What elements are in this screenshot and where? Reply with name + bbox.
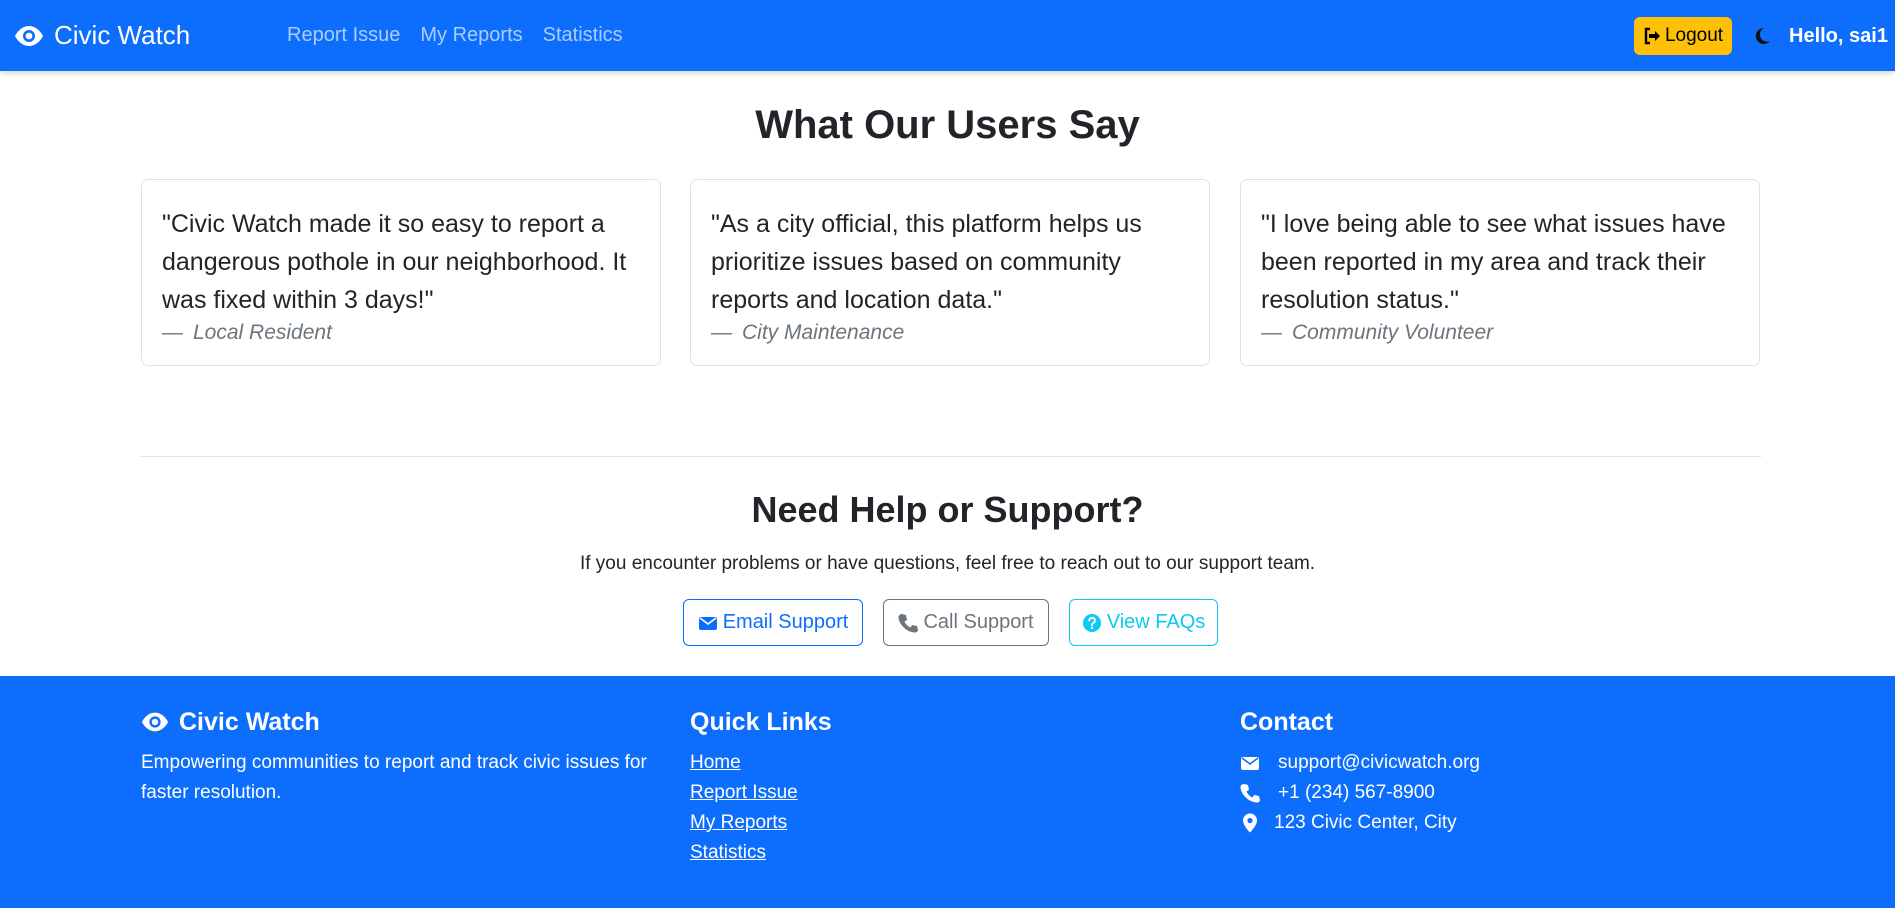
testimonial-author: Community Volunteer bbox=[1292, 321, 1494, 344]
testimonial-author-line: — Local Resident bbox=[162, 321, 640, 345]
footer-brand: Civic Watch bbox=[141, 706, 661, 738]
eye-icon bbox=[141, 712, 169, 732]
testimonial-quote: "I love being able to see what issues ha… bbox=[1261, 210, 1726, 314]
contact-phone-row: +1 (234) 567-8900 bbox=[1240, 778, 1480, 808]
logout-button[interactable]: Logout bbox=[1634, 17, 1732, 55]
testimonial-card: "As a city official, this platform helps… bbox=[690, 179, 1210, 366]
footer-tagline: Empowering communities to report and tra… bbox=[141, 752, 647, 803]
question-circle-icon bbox=[1082, 613, 1101, 632]
footer-about: Civic Watch Empowering communities to re… bbox=[141, 706, 661, 808]
support-text: If you encounter problems or have questi… bbox=[579, 553, 1316, 574]
testimonial-quote: "Civic Watch made it so easy to report a… bbox=[162, 210, 627, 314]
envelope-icon bbox=[1241, 757, 1259, 770]
dash: — bbox=[1261, 321, 1282, 344]
contact-phone: +1 (234) 567-8900 bbox=[1278, 782, 1435, 803]
quick-links-title: Quick Links bbox=[690, 707, 832, 736]
call-support-label: Call Support bbox=[923, 611, 1034, 633]
footer-link-statistics[interactable]: Statistics bbox=[690, 838, 832, 868]
moon-icon[interactable] bbox=[1752, 26, 1772, 46]
contact-email-row: support@civicwatch.org bbox=[1240, 748, 1480, 778]
contact-title: Contact bbox=[1240, 707, 1334, 736]
contact-address-row: 123 Civic Center, City bbox=[1240, 808, 1480, 838]
testimonial-author-line: — City Maintenance bbox=[711, 321, 1189, 345]
user-greeting: Hello, sai1 bbox=[1789, 25, 1888, 47]
footer-link-home[interactable]: Home bbox=[690, 748, 832, 778]
email-support-button[interactable]: Email Support bbox=[683, 599, 863, 646]
footer-brand-name: Civic Watch bbox=[179, 707, 320, 736]
email-support-label: Email Support bbox=[722, 611, 849, 633]
quick-links-list: Home Report Issue My Reports Statistics bbox=[690, 748, 832, 868]
contact-address: 123 Civic Center, City bbox=[1274, 812, 1457, 833]
testimonials-title: What Our Users Say bbox=[755, 103, 1140, 147]
contact-email: support@civicwatch.org bbox=[1278, 752, 1480, 773]
phone-icon bbox=[1240, 784, 1260, 803]
testimonial-quote: "As a city official, this platform helps… bbox=[711, 210, 1142, 314]
navbar-brand[interactable]: Civic Watch bbox=[14, 20, 190, 51]
view-faqs-button[interactable]: View FAQs bbox=[1069, 599, 1218, 646]
map-marker-icon bbox=[1243, 813, 1257, 833]
call-support-button[interactable]: Call Support bbox=[883, 599, 1049, 646]
nav-link-report-issue[interactable]: Report Issue bbox=[287, 24, 400, 47]
testimonial-author-line: — Community Volunteer bbox=[1261, 321, 1739, 345]
sign-out-icon bbox=[1644, 27, 1660, 45]
dash: — bbox=[162, 321, 183, 344]
nav-links: Report Issue My Reports Statistics bbox=[287, 24, 623, 47]
footer: Civic Watch Empowering communities to re… bbox=[0, 676, 1895, 908]
navbar: Civic Watch Report Issue My Reports Stat… bbox=[0, 0, 1895, 71]
view-faqs-label: View FAQs bbox=[1106, 611, 1206, 633]
eye-icon bbox=[15, 25, 43, 46]
nav-link-my-reports[interactable]: My Reports bbox=[420, 24, 522, 47]
footer-quick-links: Quick Links Home Report Issue My Reports… bbox=[690, 706, 832, 868]
footer-link-report-issue[interactable]: Report Issue bbox=[690, 778, 832, 808]
brand-name: Civic Watch bbox=[54, 20, 191, 50]
testimonial-card: "Civic Watch made it so easy to report a… bbox=[141, 179, 661, 366]
dash: — bbox=[711, 321, 732, 344]
nav-link-statistics[interactable]: Statistics bbox=[543, 24, 623, 47]
footer-link-my-reports[interactable]: My Reports bbox=[690, 808, 832, 838]
phone-icon bbox=[898, 613, 919, 632]
support-title: Need Help or Support? bbox=[751, 489, 1144, 530]
testimonial-author: Local Resident bbox=[193, 321, 332, 344]
logout-label: Logout bbox=[1664, 25, 1724, 46]
section-divider bbox=[141, 456, 1761, 457]
footer-contact: Contact support@civicwatch.org +1 (234) … bbox=[1240, 706, 1480, 838]
testimonial-card: "I love being able to see what issues ha… bbox=[1240, 179, 1760, 366]
envelope-icon bbox=[698, 616, 717, 630]
contact-list: support@civicwatch.org +1 (234) 567-8900… bbox=[1240, 748, 1480, 838]
testimonial-author: City Maintenance bbox=[742, 321, 905, 344]
